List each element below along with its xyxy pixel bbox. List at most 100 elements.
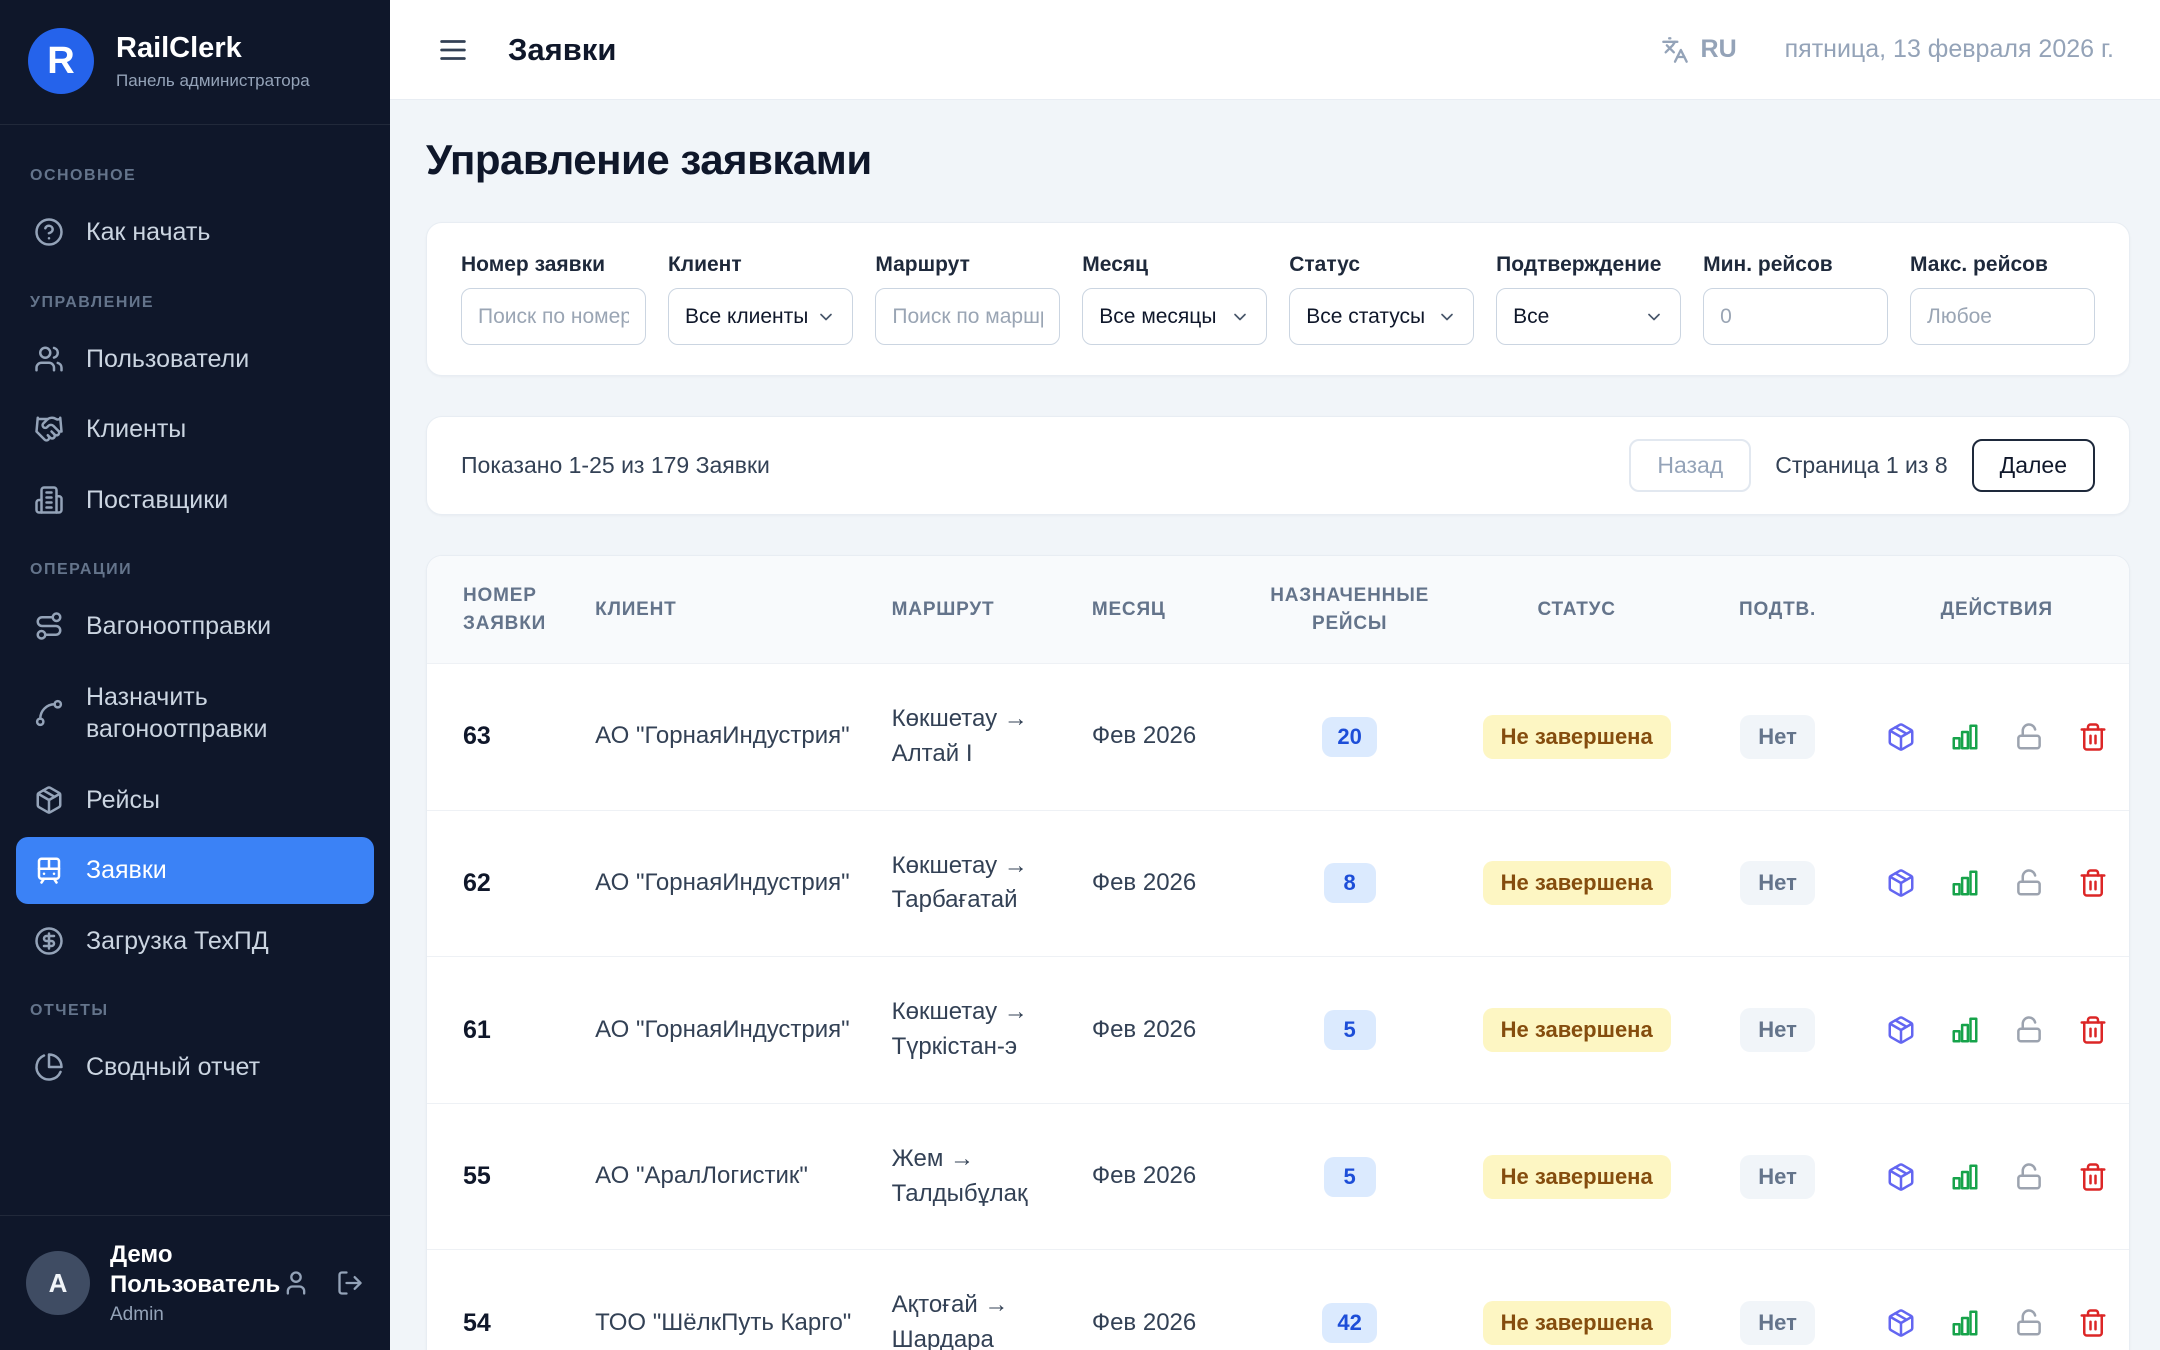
- sidebar-item-how-to-start[interactable]: Как начать: [16, 199, 374, 266]
- request-number: 62: [427, 810, 575, 957]
- filter-route: Маршрут: [875, 253, 1060, 345]
- trips-count-badge: 20: [1322, 717, 1376, 757]
- menu-icon[interactable]: [436, 33, 470, 67]
- status-badge: Не завершена: [1483, 1155, 1671, 1199]
- bar-chart-icon[interactable]: [1950, 1308, 1980, 1338]
- request-number: 63: [427, 664, 575, 811]
- sidebar-item-label: Вагоноотправки: [86, 610, 271, 643]
- current-date: пятница, 13 февраля 2026 г.: [1785, 35, 2114, 64]
- package-icon: [34, 785, 64, 815]
- unlock-icon[interactable]: [2014, 722, 2044, 752]
- filter-label: Номер заявки: [461, 253, 646, 277]
- confirm-badge: Нет: [1740, 861, 1815, 905]
- client-name: АО "ГорнаяИндустрия": [575, 664, 872, 811]
- table-row: 54 ТОО "ШёлкПуть Карго" Ақтоғай → Шардар…: [427, 1250, 2129, 1350]
- filter-label: Статус: [1289, 253, 1474, 277]
- trash-icon[interactable]: [2078, 722, 2108, 752]
- status-select[interactable]: Все статусы: [1289, 288, 1474, 345]
- sidebar-item-techpd-upload[interactable]: Загрузка ТехПД: [16, 908, 374, 975]
- confirmation-select[interactable]: Все: [1496, 288, 1681, 345]
- selected-value: Все: [1513, 305, 1549, 329]
- user-name: Демо Пользователь: [110, 1240, 262, 1300]
- month: Фев 2026: [1072, 957, 1237, 1104]
- trash-icon[interactable]: [2078, 868, 2108, 898]
- sidebar-item-label: Клиенты: [86, 413, 186, 446]
- filter-label: Клиент: [668, 253, 853, 277]
- sidebar-item-label: Рейсы: [86, 784, 160, 817]
- sidebar-item-trips[interactable]: Рейсы: [16, 767, 374, 834]
- trips-count-badge: 42: [1322, 1303, 1376, 1343]
- col-header-actions: Действия: [1864, 556, 2129, 664]
- selected-value: Все клиенты: [685, 305, 808, 329]
- month-select[interactable]: Все месяцы: [1082, 288, 1267, 345]
- sidebar-item-wagon-dispatches[interactable]: Вагоноотправки: [16, 593, 374, 660]
- sidebar-item-requests[interactable]: Заявки: [16, 837, 374, 904]
- package-icon[interactable]: [1886, 1308, 1916, 1338]
- status: Не завершена: [1463, 1103, 1691, 1250]
- filter-min-trips: Мин. рейсов: [1703, 253, 1888, 345]
- max-trips-input[interactable]: [1910, 288, 2095, 345]
- pagination-card: Показано 1-25 из 179 Заявки Назад Страни…: [426, 416, 2130, 515]
- client-name: АО "АралЛогистик": [575, 1103, 872, 1250]
- next-page-button[interactable]: Далее: [1972, 439, 2095, 492]
- client-select[interactable]: Все клиенты: [668, 288, 853, 345]
- confirm-badge: Нет: [1740, 1008, 1815, 1052]
- client-name: АО "ГорнаяИндустрия": [575, 957, 872, 1104]
- trash-icon[interactable]: [2078, 1162, 2108, 1192]
- package-icon[interactable]: [1886, 722, 1916, 752]
- sidebar-item-label: Как начать: [86, 216, 210, 249]
- chevron-down-icon: [1437, 307, 1457, 327]
- brand-name: RailClerk: [116, 32, 310, 65]
- col-header-confirm: Подтв.: [1691, 556, 1865, 664]
- filter-label: Месяц: [1082, 253, 1267, 277]
- unlock-icon[interactable]: [2014, 868, 2044, 898]
- avatar: A: [26, 1251, 90, 1315]
- filter-request-number: Номер заявки: [461, 253, 646, 345]
- bar-chart-icon[interactable]: [1950, 1162, 1980, 1192]
- package-icon[interactable]: [1886, 1015, 1916, 1045]
- profile-icon[interactable]: [282, 1269, 310, 1297]
- status: Не завершена: [1463, 957, 1691, 1104]
- nav-section-main: Основное: [16, 153, 374, 195]
- trips-count-badge: 5: [1324, 1157, 1376, 1197]
- col-header-client: Клиент: [575, 556, 872, 664]
- client-name: АО "ГорнаяИндустрия": [575, 810, 872, 957]
- sidebar-item-suppliers[interactable]: Поставщики: [16, 467, 374, 534]
- trash-icon[interactable]: [2078, 1308, 2108, 1338]
- language-code: RU: [1701, 35, 1737, 64]
- language-switcher[interactable]: RU: [1661, 35, 1737, 64]
- actions: [1864, 664, 2129, 811]
- month: Фев 2026: [1072, 664, 1237, 811]
- sidebar-item-label: Загрузка ТехПД: [86, 925, 269, 958]
- selected-value: Все месяцы: [1099, 305, 1216, 329]
- bar-chart-icon[interactable]: [1950, 722, 1980, 752]
- sidebar-item-assign-wagon-dispatches[interactable]: Назначить вагоноотправки: [16, 664, 374, 763]
- col-header-route: Маршрут: [872, 556, 1072, 664]
- month: Фев 2026: [1072, 1103, 1237, 1250]
- request-number-input[interactable]: [461, 288, 646, 345]
- sidebar-item-clients[interactable]: Клиенты: [16, 396, 374, 463]
- month: Фев 2026: [1072, 1250, 1237, 1350]
- package-icon[interactable]: [1886, 868, 1916, 898]
- trips-count-badge: 5: [1324, 1010, 1376, 1050]
- logout-icon[interactable]: [336, 1269, 364, 1297]
- unlock-icon[interactable]: [2014, 1308, 2044, 1338]
- route-input[interactable]: [875, 288, 1060, 345]
- bar-chart-icon[interactable]: [1950, 868, 1980, 898]
- user-panel: A Демо Пользователь Admin: [0, 1215, 390, 1350]
- client-name: ТОО "ШёлкПуть Карго": [575, 1250, 872, 1350]
- sidebar: R RailClerk Панель администратора Основн…: [0, 0, 390, 1350]
- sidebar-item-summary-report[interactable]: Сводный отчет: [16, 1034, 374, 1101]
- status-badge: Не завершена: [1483, 715, 1671, 759]
- trash-icon[interactable]: [2078, 1015, 2108, 1045]
- package-icon[interactable]: [1886, 1162, 1916, 1192]
- prev-page-button[interactable]: Назад: [1629, 439, 1751, 492]
- table-row: 61 АО "ГорнаяИндустрия" Көкшетау → Түркі…: [427, 957, 2129, 1104]
- brand-subtitle: Панель администратора: [116, 71, 310, 91]
- unlock-icon[interactable]: [2014, 1015, 2044, 1045]
- bar-chart-icon[interactable]: [1950, 1015, 1980, 1045]
- unlock-icon[interactable]: [2014, 1162, 2044, 1192]
- route-icon: [34, 611, 64, 641]
- min-trips-input[interactable]: [1703, 288, 1888, 345]
- sidebar-item-users[interactable]: Пользователи: [16, 326, 374, 393]
